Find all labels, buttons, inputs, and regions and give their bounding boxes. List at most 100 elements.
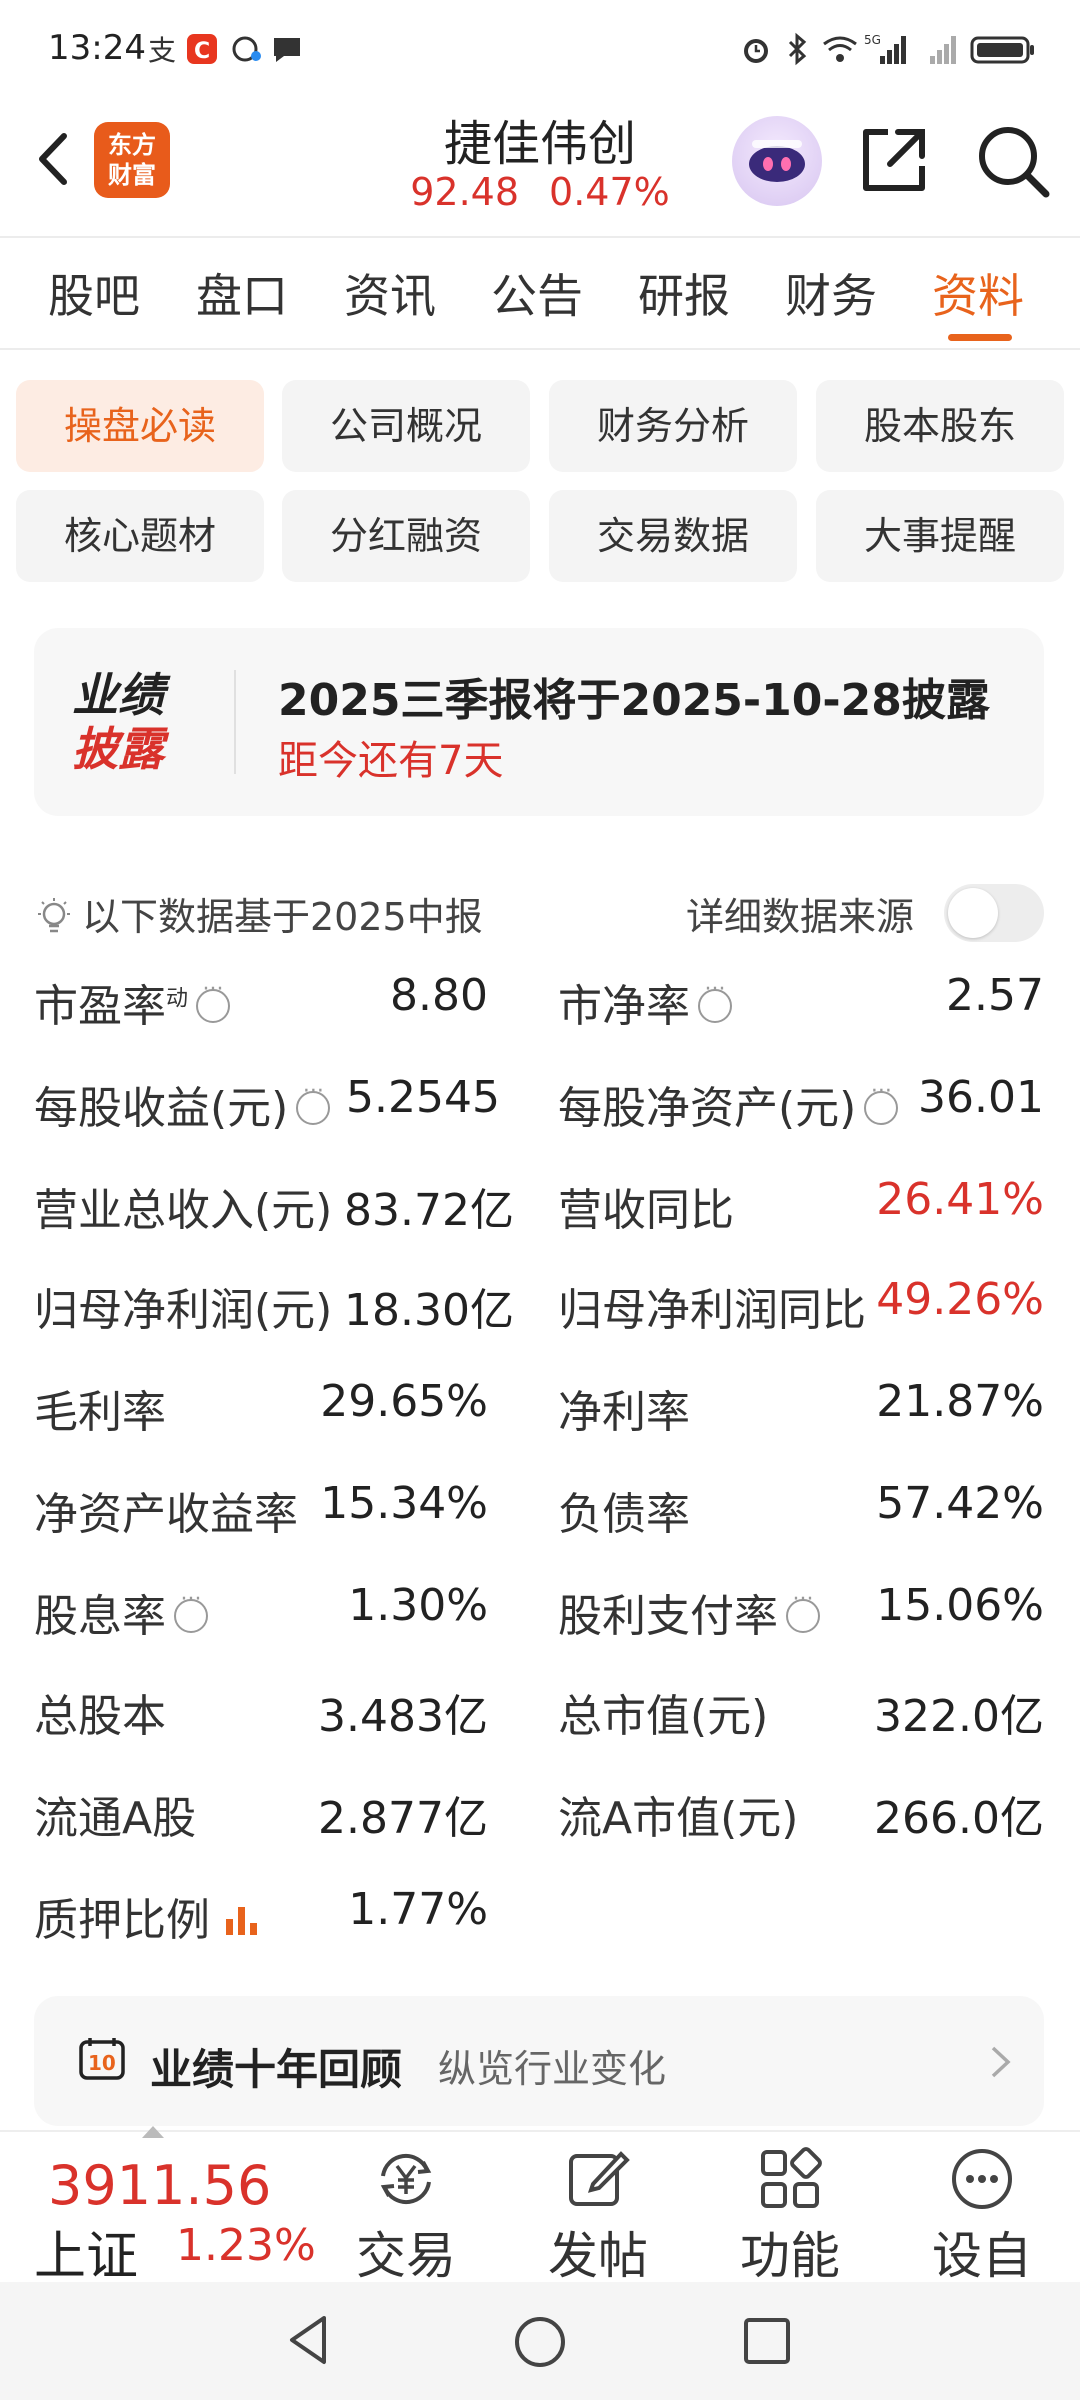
tab-pankou[interactable]: 盘口 [196, 260, 288, 326]
info-icon[interactable] [196, 977, 231, 1023]
chip-dividends-financing[interactable]: 分红融资 [282, 490, 530, 582]
metric-bvps-value: 36.01 [918, 1072, 1044, 1123]
message-icon [274, 38, 300, 62]
metric-revenue-yoy-value: 26.41% [876, 1174, 1044, 1225]
earnings-countdown: 距今还有7天 [278, 738, 504, 784]
system-recents-icon[interactable] [742, 2316, 792, 2366]
bottom-bar: 3911.56 上证 1.23% 交易 发帖 功能 设自选 [0, 2126, 1080, 2357]
chip-trading-data[interactable]: 交易数据 [549, 490, 797, 582]
grid-icon [761, 2147, 822, 2208]
chip-event-reminders[interactable]: 大事提醒 [816, 490, 1064, 582]
metric-float-cap-label: 流A市值(元) [558, 1793, 799, 1844]
nav-post[interactable]: 发帖 [528, 2140, 668, 2288]
ten-year-icon: 10 [79, 2038, 125, 2080]
tab-guba[interactable]: 股吧 [48, 260, 140, 326]
status-bar: 13:24 支 C 5G [0, 0, 1080, 100]
chip-core-themes[interactable]: 核心题材 [16, 490, 264, 582]
lightbulb-icon [38, 898, 70, 933]
tab-finance[interactable]: 财务 [785, 260, 877, 326]
metric-net-margin-label: 净利率 [558, 1387, 690, 1438]
earnings-disclosure-card[interactable]: 业绩 披露 2025三季报将于2025-10-28披露 距今还有7天 [34, 628, 1044, 816]
active-tab-indicator [948, 334, 1012, 341]
bar-chart-icon[interactable] [224, 1903, 260, 1937]
data-source-label: 详细数据来源 [686, 895, 915, 939]
tab-profile[interactable]: 资料 [932, 260, 1024, 326]
nav-functions[interactable]: 功能 [720, 2140, 860, 2288]
metric-div-yield-value: 1.30% [348, 1580, 488, 1631]
nav-trade[interactable]: 交易 [336, 2140, 476, 2288]
bluetooth-icon [788, 32, 807, 66]
share-icon[interactable] [858, 124, 930, 196]
chip-company-overview[interactable]: 公司概况 [282, 380, 530, 472]
metric-pledge-value: 1.77% [348, 1884, 488, 1935]
more-icon [952, 2149, 1012, 2209]
info-icon[interactable] [174, 1587, 208, 1633]
earnings-title: 2025三季报将于2025-10-28披露 [278, 675, 990, 726]
battery-icon [970, 36, 1034, 64]
metric-bvps-label: 每股净资产(元) [558, 1072, 899, 1136]
earnings-badge: 业绩 披露 [72, 668, 164, 776]
metric-div-yield-label: 股息率 [34, 1580, 208, 1644]
metric-pe-label: 市盈率动 [34, 970, 231, 1034]
metric-total-shares-value: 3.483亿 [318, 1691, 488, 1742]
metric-debt-ratio-value: 57.42% [876, 1478, 1044, 1529]
index-name[interactable]: 上证 [34, 2214, 138, 2289]
ten-year-review-card[interactable]: 10 业绩十年回顾 纵览行业变化 [34, 1996, 1044, 2126]
system-back-icon[interactable] [282, 2312, 336, 2368]
metric-revenue-yoy-label: 营收同比 [558, 1185, 734, 1236]
toggle-knob [948, 888, 998, 938]
index-change-pct[interactable]: 1.23% [176, 2220, 316, 2271]
alipay-icon: 支 [148, 34, 176, 66]
svg-text:支: 支 [148, 34, 176, 66]
metric-float-cap-value: 266.0亿 [874, 1793, 1044, 1844]
index-value[interactable]: 3911.56 [48, 2154, 271, 2217]
metric-pe-value: 8.80 [390, 970, 488, 1021]
metric-total-shares-label: 总股本 [34, 1691, 166, 1742]
metric-float-shares-value: 2.877亿 [318, 1793, 488, 1844]
chip-financial-analysis[interactable]: 财务分析 [549, 380, 797, 472]
main-tabs: 股吧 盘口 资讯 公告 研报 财务 资料 [0, 238, 1080, 350]
info-icon[interactable] [864, 1079, 899, 1125]
tab-research[interactable]: 研报 [638, 260, 730, 326]
data-basis-notice: 以下数据基于2025中报 [34, 886, 483, 941]
chip-must-read[interactable]: 操盘必读 [16, 380, 264, 472]
search-icon[interactable] [974, 122, 1050, 198]
wifi-icon [823, 36, 857, 62]
metric-gross-margin-label: 毛利率 [34, 1387, 166, 1438]
info-icon[interactable] [698, 977, 732, 1023]
info-icon[interactable] [296, 1079, 331, 1125]
expand-caret-icon[interactable] [142, 2126, 164, 2138]
chip-shareholders[interactable]: 股本股东 [816, 380, 1064, 472]
data-source-toggle[interactable] [944, 884, 1044, 942]
alarm-icon [744, 39, 768, 63]
metric-gross-margin-value: 29.65% [320, 1376, 488, 1427]
review-title: 业绩十年回顾 [150, 2045, 403, 2094]
card-divider [234, 670, 236, 774]
tab-news[interactable]: 资讯 [344, 260, 436, 326]
metric-netprofit-yoy-value: 49.26% [876, 1274, 1044, 1325]
metric-revenue-label: 营业总收入(元) [34, 1185, 333, 1236]
metric-pb-value: 2.57 [946, 970, 1044, 1021]
stock-change-pct: 0.47% [549, 170, 670, 214]
metric-net-margin-value: 21.87% [876, 1376, 1044, 1427]
metric-payout-value: 15.06% [876, 1580, 1044, 1631]
metric-mkt-cap-value: 322.0亿 [874, 1691, 1044, 1742]
system-navigation-bar [0, 2282, 1080, 2400]
chevron-right-icon [991, 2046, 1011, 2078]
metric-eps-value: 5.2545 [346, 1072, 500, 1123]
metric-pledge-label: 质押比例 [34, 1884, 260, 1948]
system-home-icon[interactable] [512, 2314, 568, 2370]
metric-roe-value: 15.34% [320, 1478, 488, 1529]
signal-icon [930, 36, 956, 64]
svg-text:C: C [194, 39, 210, 64]
tab-announcements[interactable]: 公告 [491, 260, 583, 326]
metric-netprofit-label: 归母净利润(元) [34, 1285, 333, 1336]
metric-debt-ratio-label: 负债率 [558, 1489, 690, 1540]
ai-assistant-icon[interactable] [732, 116, 822, 206]
metric-payout-label: 股利支付率 [558, 1580, 820, 1644]
metric-mkt-cap-label: 总市值(元) [558, 1691, 769, 1742]
app-c-icon: C [187, 34, 217, 64]
info-icon[interactable] [786, 1587, 820, 1633]
metric-float-shares-label: 流通A股 [34, 1793, 197, 1844]
metric-eps-label: 每股收益(元) [34, 1072, 331, 1136]
